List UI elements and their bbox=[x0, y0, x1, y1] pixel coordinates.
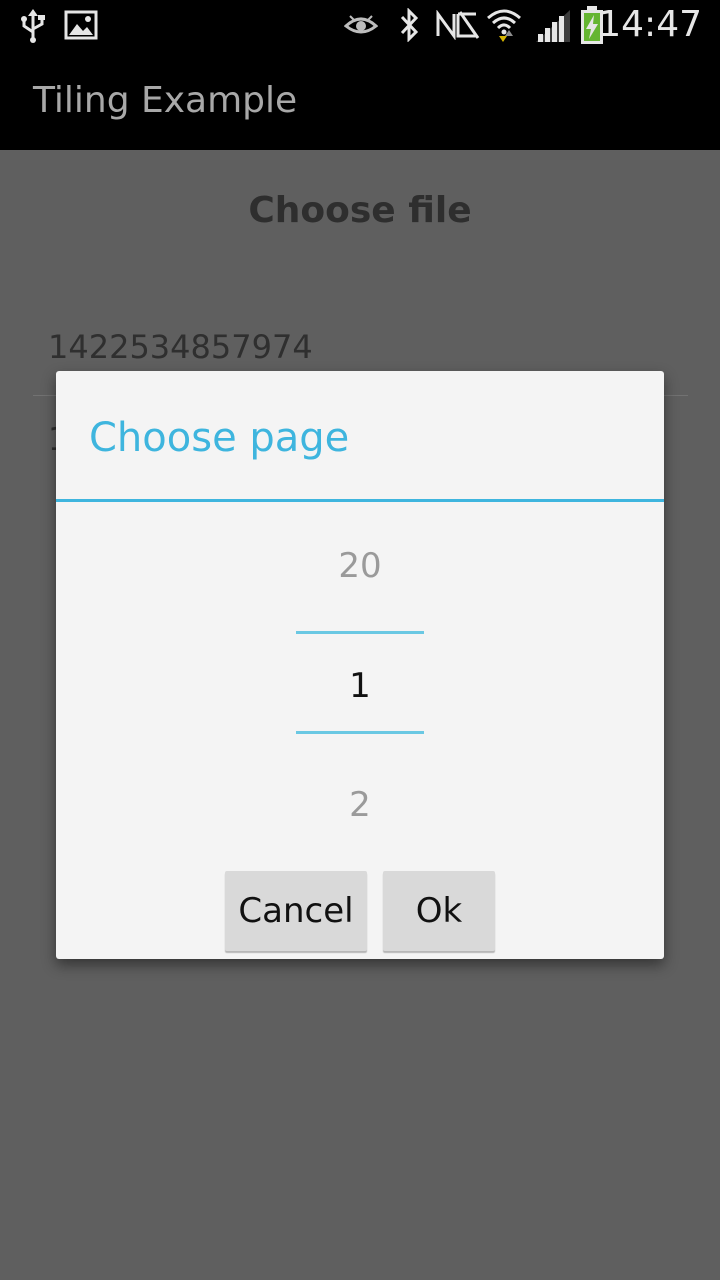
eye-icon bbox=[344, 15, 378, 34]
cancel-button[interactable]: Cancel bbox=[225, 871, 367, 951]
choose-file-heading: Choose file bbox=[248, 190, 472, 231]
image-notification-icon bbox=[64, 10, 98, 40]
picker-current-value[interactable]: 1 bbox=[56, 666, 664, 706]
signal-icon bbox=[536, 10, 570, 42]
dialog-title: Choose page bbox=[89, 415, 350, 461]
wifi-icon bbox=[487, 9, 521, 42]
usb-icon bbox=[21, 9, 45, 43]
picker-selection-line-bottom bbox=[296, 731, 424, 734]
action-bar: Tiling Example bbox=[0, 50, 720, 150]
ok-button[interactable]: Ok bbox=[383, 871, 495, 951]
page-number-picker[interactable]: 20 1 2 bbox=[56, 502, 664, 862]
file-list-item[interactable]: 1422534857974 bbox=[48, 328, 313, 366]
status-time: 14:47 bbox=[598, 4, 702, 45]
nfc-icon bbox=[436, 10, 480, 40]
status-bar: 14:47 bbox=[0, 0, 720, 50]
picker-previous-value[interactable]: 20 bbox=[56, 546, 664, 586]
bluetooth-icon bbox=[400, 8, 419, 42]
picker-next-value[interactable]: 2 bbox=[56, 785, 664, 825]
app-title: Tiling Example bbox=[33, 80, 298, 121]
choose-page-dialog: Choose page 20 1 2 Cancel Ok bbox=[56, 371, 664, 959]
picker-selection-line-top bbox=[296, 631, 424, 634]
